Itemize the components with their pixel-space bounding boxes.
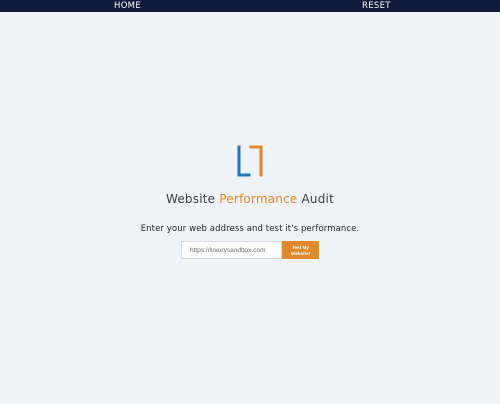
website-url-input[interactable] (181, 241, 282, 259)
top-nav-bar: HOME RESET (0, 0, 500, 12)
brand-logo-icon (237, 145, 263, 177)
title-accent: Performance (219, 192, 298, 206)
nav-reset-link[interactable]: RESET (362, 0, 391, 12)
title-prefix: Website (165, 192, 220, 206)
page-subtitle: Enter your web address and test it's per… (140, 224, 360, 234)
title-suffix: Audit (297, 192, 334, 206)
test-website-button[interactable]: Test My Website! (282, 241, 319, 259)
page-title: Website Performance Audit (0, 192, 500, 206)
nav-home-link[interactable]: HOME (114, 0, 141, 12)
